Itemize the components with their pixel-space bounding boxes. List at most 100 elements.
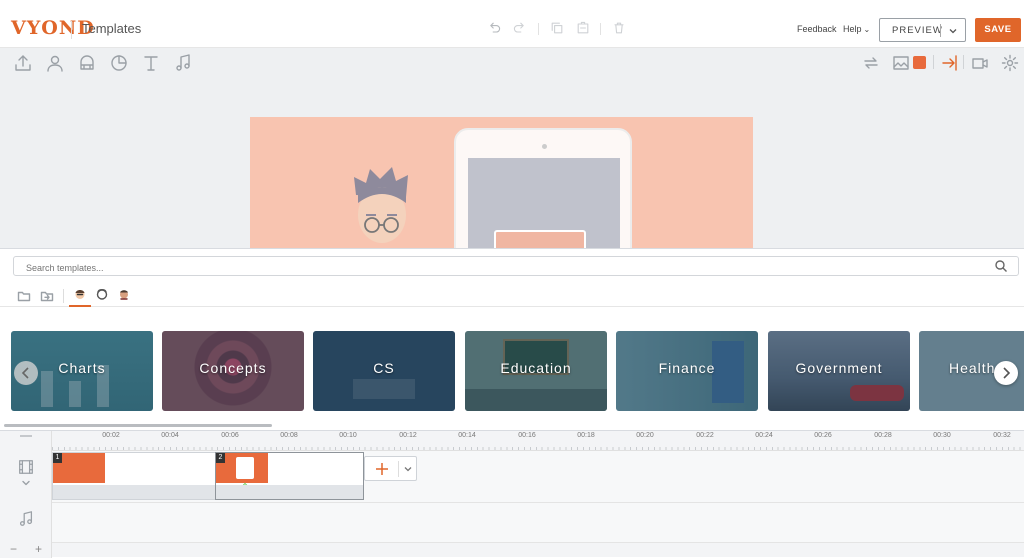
add-scene-button[interactable] (364, 456, 417, 481)
time-tick: 00:24 (755, 432, 773, 439)
time-tick: 00:08 (280, 432, 298, 439)
divider (71, 21, 72, 39)
horizontal-scrollbar[interactable] (4, 424, 272, 427)
category-label: Finance (658, 360, 716, 376)
time-tick: 00:30 (933, 432, 951, 439)
scene-number: 2 (216, 453, 225, 463)
category-label: Government (795, 360, 883, 376)
contemporary-style-icon[interactable] (73, 287, 87, 301)
paste-icon[interactable] (575, 20, 591, 36)
feedback-link[interactable]: Feedback (797, 24, 837, 34)
divider (63, 289, 64, 303)
timeline: − + 00:02 00:04 00:06 00:08 00:10 00:12 … (0, 430, 1024, 558)
time-tick: 00:22 (696, 432, 714, 439)
camera-icon[interactable] (970, 53, 990, 73)
category-tile-education[interactable]: Education (465, 331, 607, 411)
chevron-down-icon[interactable] (402, 463, 414, 475)
time-tick: 00:06 (221, 432, 239, 439)
character-figure[interactable] (346, 165, 420, 248)
carousel-prev-button[interactable] (14, 361, 38, 385)
scene-layer-strip (216, 485, 363, 499)
library-tabs (0, 281, 1024, 307)
audio-icon[interactable] (173, 53, 193, 73)
scene-clip-2[interactable]: 2 (215, 452, 364, 500)
redo-icon[interactable] (512, 20, 528, 36)
chevron-down-icon[interactable] (947, 25, 959, 37)
preview-button[interactable]: PREVIEW (879, 18, 966, 42)
category-tile-finance[interactable]: Finance (616, 331, 758, 411)
background-image-icon[interactable] (891, 53, 911, 73)
props-icon[interactable] (77, 53, 97, 73)
category-tile-cs[interactable]: CS (313, 331, 455, 411)
chevron-down-icon: ⌄ (863, 25, 871, 34)
template-library-panel: Charts Concepts CS Education Finance (0, 248, 1024, 430)
drag-handle[interactable] (20, 435, 32, 437)
time-tick: 00:14 (458, 432, 476, 439)
category-label: Education (500, 360, 572, 376)
scene-canvas[interactable] (250, 117, 753, 248)
template-category-carousel: Charts Concepts CS Education Finance Gov… (0, 331, 1024, 411)
time-tick: 00:20 (636, 432, 654, 439)
tablet-camera (542, 144, 547, 149)
save-button[interactable]: SAVE (975, 18, 1021, 42)
trash-icon[interactable] (611, 20, 627, 36)
scene-clip-1[interactable]: 1 (52, 452, 216, 500)
scene-number: 1 (53, 453, 62, 463)
time-tick: 00:32 (993, 432, 1011, 439)
time-tick: 00:02 (102, 432, 120, 439)
business-friendly-style-icon[interactable] (117, 287, 131, 301)
background-color-swatch[interactable] (913, 56, 926, 69)
chart-icon[interactable] (109, 53, 129, 73)
settings-icon[interactable] (1000, 53, 1020, 73)
preview-label: PREVIEW (892, 25, 943, 36)
audio-track[interactable] (52, 503, 1024, 543)
search-icon[interactable] (994, 259, 1008, 273)
divider (538, 23, 539, 35)
divider (600, 23, 601, 35)
carousel-next-button[interactable] (994, 361, 1018, 385)
undo-icon[interactable] (486, 20, 502, 36)
character-icon[interactable] (45, 53, 65, 73)
divider (933, 55, 934, 69)
time-tick: 00:16 (518, 432, 536, 439)
divider (398, 461, 399, 477)
text-icon[interactable] (141, 53, 161, 73)
video-track-icon (17, 458, 35, 476)
copy-icon[interactable] (549, 20, 565, 36)
help-menu[interactable]: Help ⌄ (843, 24, 870, 34)
scene-layer-strip (53, 485, 215, 499)
audio-track-icon (17, 510, 35, 528)
divider (940, 24, 941, 37)
whiteboard-style-icon[interactable] (95, 287, 109, 301)
zoom-in-button[interactable]: + (35, 542, 42, 556)
time-ruler[interactable]: 00:02 00:04 00:06 00:08 00:10 00:12 00:1… (52, 431, 1024, 451)
search-input[interactable] (13, 256, 1019, 276)
help-label: Help (843, 24, 862, 34)
category-tile-government[interactable]: Government (768, 331, 910, 411)
folder-icon[interactable] (17, 289, 31, 303)
time-tick: 00:12 (399, 432, 417, 439)
zoom-controls: − + (0, 542, 52, 558)
zoom-out-button[interactable]: − (10, 542, 17, 556)
tablet-thumbnail (236, 457, 254, 479)
chevron-down-icon[interactable] (20, 477, 32, 489)
category-label: Concepts (199, 360, 267, 376)
project-title[interactable]: Templates (82, 21, 141, 36)
upload-icon[interactable] (13, 53, 33, 73)
category-tile-concepts[interactable]: Concepts (162, 331, 304, 411)
video-track: 1 2 (52, 451, 1024, 503)
plus-icon (373, 460, 391, 478)
tablet-prop-handle (494, 230, 586, 248)
time-tick: 00:26 (814, 432, 832, 439)
swap-icon[interactable] (861, 53, 881, 73)
timeline-track-labels: − + (0, 431, 52, 558)
top-bar: VYOND Templates Feedback Help ⌄ PREVIEW S… (0, 10, 1024, 48)
time-tick: 00:10 (339, 432, 357, 439)
divider (963, 55, 964, 69)
category-label: CS (373, 360, 395, 376)
enter-exit-icon[interactable] (940, 53, 960, 73)
time-tick: 00:04 (161, 432, 179, 439)
import-folder-icon[interactable] (40, 289, 54, 303)
time-tick: 00:18 (577, 432, 595, 439)
time-tick: 00:28 (874, 432, 892, 439)
